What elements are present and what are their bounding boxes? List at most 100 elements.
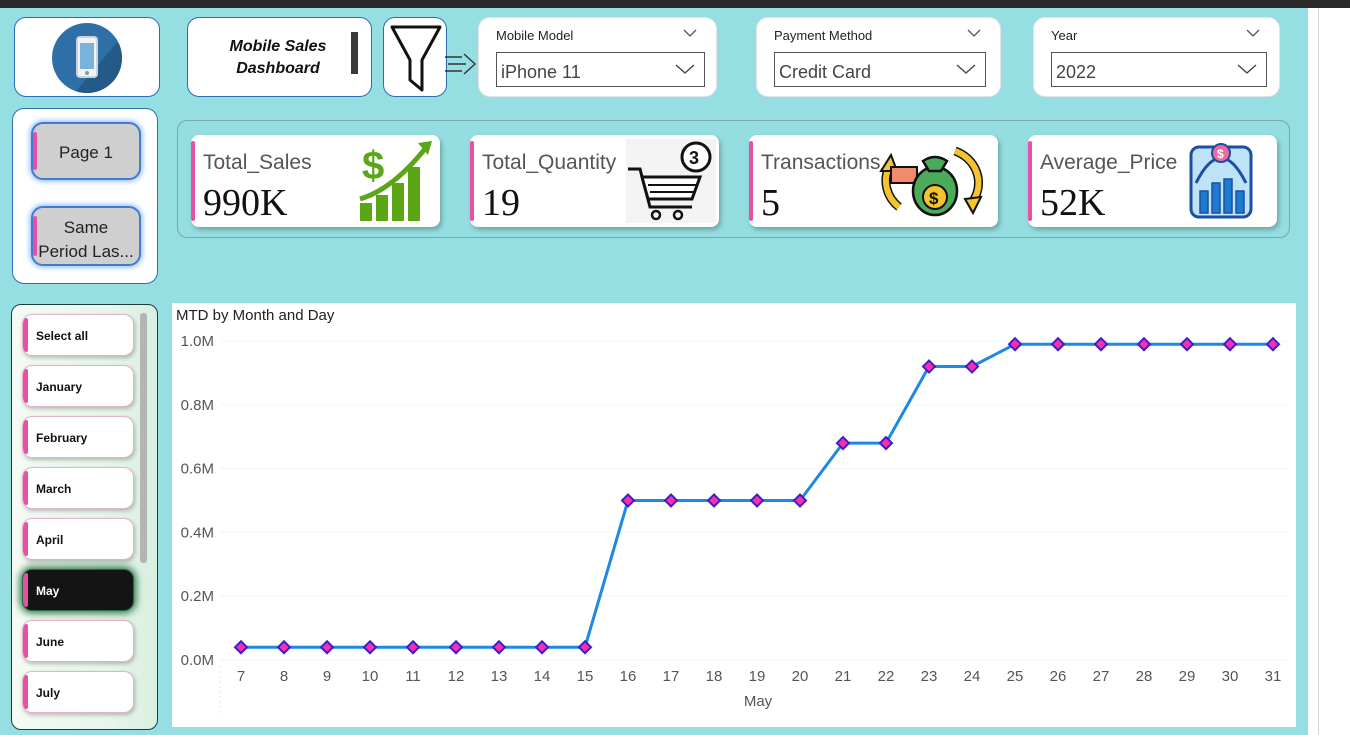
kpi-label: Transactions bbox=[761, 151, 881, 174]
data-point-marker[interactable] bbox=[491, 639, 507, 655]
month-select-all[interactable]: Select all bbox=[22, 314, 134, 356]
month-january[interactable]: January bbox=[22, 365, 134, 407]
button-label-line-2: Period Las... bbox=[38, 242, 134, 261]
chevron-down-icon[interactable] bbox=[966, 27, 982, 39]
month-may[interactable]: May bbox=[22, 569, 134, 611]
chevron-down-icon[interactable] bbox=[1245, 27, 1261, 39]
data-point-marker[interactable] bbox=[1179, 336, 1195, 352]
chart-svg: MTD by Month and Day 0.0M 0.2M 0.4M 0.6M 0.8… bbox=[176, 307, 1290, 715]
window-top-bar bbox=[0, 0, 1350, 8]
svg-text:$: $ bbox=[362, 144, 384, 188]
x-tick-label: 10 bbox=[362, 668, 379, 685]
title-accent-bar bbox=[351, 32, 358, 74]
y-tick-label: 0.0M bbox=[181, 652, 214, 669]
kpi-card-transactions: Transactions 5 $ bbox=[749, 135, 998, 227]
data-point-marker[interactable] bbox=[1007, 336, 1023, 352]
data-point-marker[interactable] bbox=[663, 493, 679, 508]
page-1-label: Page 1 bbox=[59, 143, 113, 162]
month-february[interactable]: February bbox=[22, 416, 134, 458]
chevron-down-icon[interactable] bbox=[682, 27, 698, 39]
data-point-marker[interactable] bbox=[1050, 336, 1066, 352]
kpi-card-total-quantity: Total_Quantity 19 3 bbox=[470, 135, 719, 227]
data-point-marker[interactable] bbox=[448, 639, 464, 655]
slicer-label: Mobile Model bbox=[496, 28, 574, 43]
kpi-card-total-sales: Total_Sales 990K $ bbox=[191, 135, 440, 227]
month-july[interactable]: July bbox=[22, 671, 134, 713]
data-point-marker[interactable] bbox=[749, 493, 765, 508]
month-label: January bbox=[36, 380, 83, 394]
mtd-line-chart: MTD by Month and Day 0.0M 0.2M 0.4M 0.6M 0.8… bbox=[172, 303, 1296, 727]
data-point-marker[interactable] bbox=[362, 639, 378, 655]
arrow-right-icon bbox=[445, 53, 477, 75]
kpi-value: 19 bbox=[482, 182, 520, 224]
x-tick-label: 9 bbox=[323, 668, 331, 685]
x-tick-label: 28 bbox=[1136, 668, 1153, 685]
kpi-card-average-price: Average_Price 52K $ bbox=[1028, 135, 1277, 227]
month-label: March bbox=[36, 482, 72, 496]
year-slicer[interactable]: Year 2022 bbox=[1033, 17, 1280, 97]
data-point-marker[interactable] bbox=[1093, 336, 1109, 352]
month-june[interactable]: June bbox=[22, 620, 134, 662]
y-tick-label: 0.2M bbox=[181, 588, 214, 605]
x-tick-label: 7 bbox=[237, 668, 245, 685]
data-point-marker[interactable] bbox=[878, 435, 894, 451]
data-point-marker[interactable] bbox=[1265, 336, 1281, 352]
mobile-model-dropdown[interactable]: iPhone 11 bbox=[496, 52, 705, 87]
month-march[interactable]: March bbox=[22, 467, 134, 509]
data-point-marker[interactable] bbox=[620, 493, 636, 508]
money-exchange-icon: $ bbox=[879, 146, 984, 217]
data-point-marker[interactable] bbox=[534, 639, 550, 655]
x-tick-label: 19 bbox=[749, 668, 766, 685]
kpi-value: 52K bbox=[1040, 182, 1106, 224]
page-title: Mobile Sales Dashboard bbox=[208, 36, 348, 80]
x-tick-label: 14 bbox=[534, 668, 551, 685]
x-tick-label: 11 bbox=[405, 668, 421, 685]
mobile-model-slicer[interactable]: Mobile Model iPhone 11 bbox=[478, 17, 717, 97]
dashboard-title-card: Mobile Sales Dashboard bbox=[187, 17, 372, 97]
slicer-label: Year bbox=[1051, 28, 1078, 43]
data-point-marker[interactable] bbox=[405, 639, 421, 655]
right-pane bbox=[1308, 8, 1350, 735]
x-tick-label: 20 bbox=[792, 668, 809, 685]
data-point-marker[interactable] bbox=[276, 639, 292, 655]
x-axis-label: May bbox=[744, 693, 773, 710]
y-tick-label: 0.6M bbox=[181, 461, 214, 478]
x-tick-label: 26 bbox=[1050, 668, 1067, 685]
svg-text:$: $ bbox=[1217, 147, 1224, 161]
kpi-value: 5 bbox=[761, 182, 780, 224]
svg-text:$: $ bbox=[929, 189, 939, 208]
month-april[interactable]: April bbox=[22, 518, 134, 560]
data-point-marker[interactable] bbox=[706, 493, 722, 508]
x-tick-label: 15 bbox=[577, 668, 594, 685]
data-point-marker[interactable] bbox=[1136, 336, 1152, 352]
x-tick-label: 29 bbox=[1179, 668, 1196, 685]
page-1-button[interactable]: Page 1 bbox=[31, 122, 141, 180]
payment-method-slicer[interactable]: Payment Method Credit Card bbox=[756, 17, 1001, 97]
y-tick-label: 0.4M bbox=[181, 524, 214, 541]
slicer-value: Credit Card bbox=[779, 62, 872, 82]
month-slicer-panel: Select all January February March April … bbox=[11, 304, 158, 730]
month-label: Select all bbox=[36, 329, 89, 343]
x-tick-label: 17 bbox=[663, 668, 680, 685]
shopping-cart-icon: 3 bbox=[626, 139, 716, 223]
title-line-1: Mobile Sales bbox=[229, 38, 327, 55]
month-scrollbar[interactable] bbox=[140, 313, 147, 563]
month-label: May bbox=[36, 584, 60, 598]
data-point-marker[interactable] bbox=[577, 639, 593, 655]
payment-method-dropdown[interactable]: Credit Card bbox=[774, 52, 986, 87]
data-point-marker[interactable] bbox=[964, 359, 980, 374]
filter-button[interactable] bbox=[383, 17, 447, 97]
data-point-marker[interactable] bbox=[1222, 336, 1238, 352]
data-point-marker[interactable] bbox=[319, 639, 335, 655]
chart-title: MTD by Month and Day bbox=[176, 307, 335, 324]
same-period-last-year-button[interactable]: Same Period Las... bbox=[31, 206, 141, 266]
chevron-down-icon bbox=[956, 64, 976, 74]
growth-chart-dollar-icon: $ bbox=[359, 141, 432, 221]
x-tick-label: 25 bbox=[1007, 668, 1024, 685]
x-tick-label: 21 bbox=[835, 668, 852, 685]
month-label: April bbox=[36, 533, 64, 547]
chevron-down-icon bbox=[675, 64, 695, 74]
year-dropdown[interactable]: 2022 bbox=[1051, 52, 1267, 87]
data-point-marker[interactable] bbox=[233, 639, 249, 655]
data-point-marker[interactable] bbox=[921, 359, 937, 374]
